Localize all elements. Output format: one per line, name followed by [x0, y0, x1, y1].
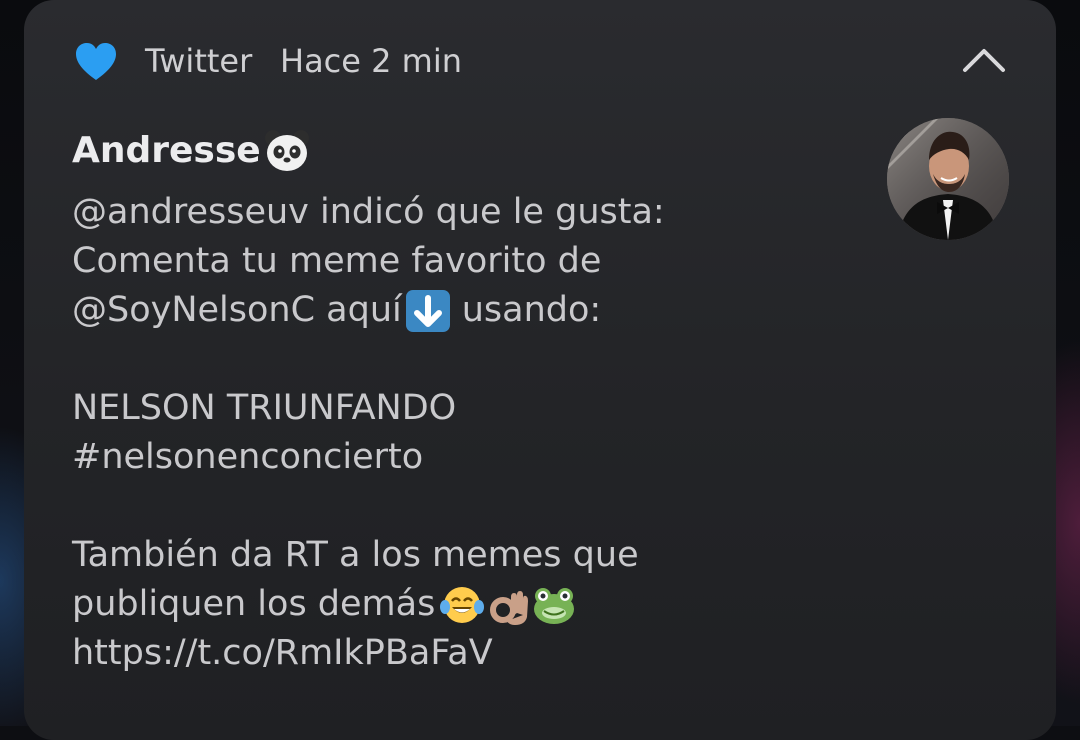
- ok-hand-emoji-icon: [490, 590, 529, 625]
- sender-name-text: Andresse: [72, 130, 261, 171]
- avatar[interactable]: [887, 118, 1009, 240]
- message-text: publiquen los demás: [72, 584, 436, 624]
- message-mention: @SoyNelsonC aquí: [72, 290, 402, 330]
- message-line: También da RT a los memes que: [72, 535, 639, 575]
- avatar-photo: [887, 118, 1009, 240]
- notification-header: Twitter Hace 2 min: [24, 0, 1056, 120]
- message-line: NELSON TRIUNFANDO: [72, 388, 457, 428]
- message-link[interactable]: https://t.co/RmIkPBaFaV: [72, 629, 862, 678]
- app-name: Twitter: [145, 42, 253, 80]
- message-line: @andresseuv indicó que le gusta:: [72, 192, 665, 232]
- sender-name: Andresse: [72, 128, 311, 174]
- message-text: usando:: [461, 290, 602, 330]
- panda-face-icon: [264, 130, 309, 171]
- notification-card[interactable]: Twitter Hace 2 min Andresse @andresseuv …: [24, 0, 1056, 740]
- chevron-up-icon[interactable]: [961, 40, 1007, 80]
- frog-face-emoji-icon: [534, 587, 575, 624]
- message-line: #nelsonenconcierto: [72, 437, 424, 477]
- tears-of-joy-emoji-icon: [440, 586, 485, 623]
- message-line: Comenta tu meme favorito de: [72, 241, 602, 281]
- notification-time: Hace 2 min: [280, 42, 462, 80]
- message-line: @SoyNelsonC aquí usando:: [72, 286, 862, 335]
- down-arrow-emoji-icon: [405, 289, 450, 332]
- message-line: publiquen los demás: [72, 580, 862, 629]
- notification-message: @andresseuv indicó que le gusta: Comenta…: [72, 188, 862, 678]
- blue-heart-icon: [76, 43, 116, 80]
